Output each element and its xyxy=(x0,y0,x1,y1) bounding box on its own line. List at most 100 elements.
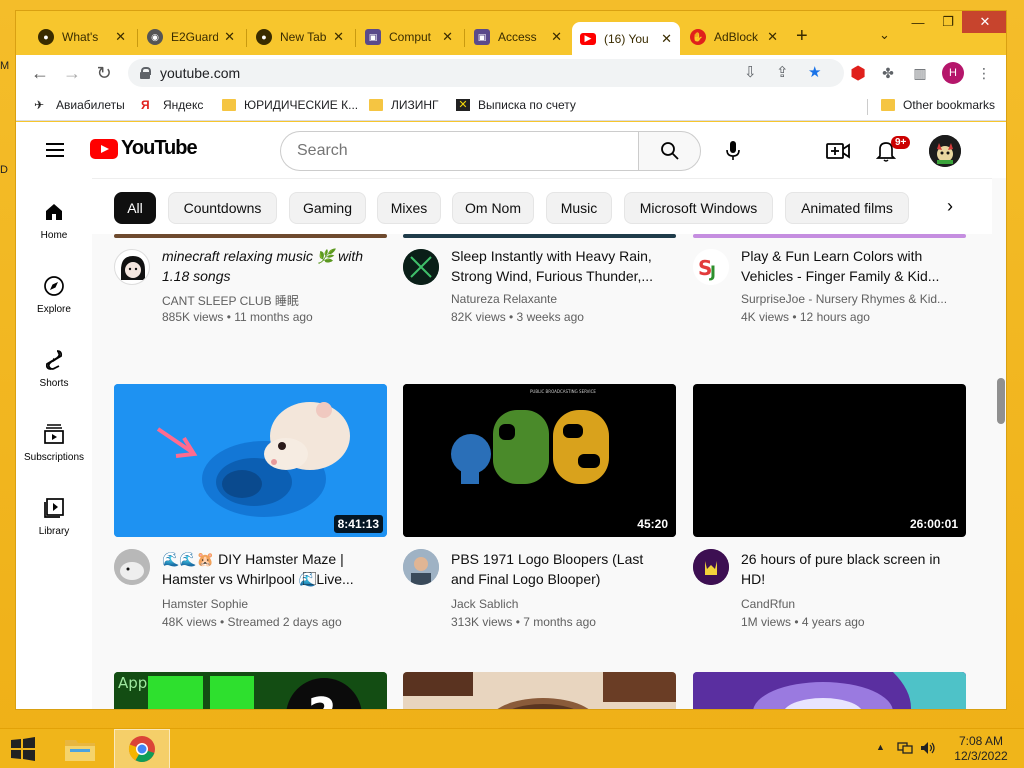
tab-title: Access xyxy=(498,30,537,44)
bookmark-folder-leasing[interactable]: ЛИЗИНГ xyxy=(369,98,439,112)
chip-microsoft-windows[interactable]: Microsoft Windows xyxy=(624,192,773,224)
create-button[interactable] xyxy=(823,136,853,166)
tab-e2guard[interactable]: ◉ E2Guard ✕ xyxy=(139,22,243,52)
channel-name[interactable]: CandRfun xyxy=(741,597,795,611)
video-title[interactable]: 26 hours of pure black screen in HD! xyxy=(741,549,959,589)
sidebar-item-explore[interactable]: Explore xyxy=(16,256,92,326)
channel-name[interactable]: Hamster Sophie xyxy=(162,597,248,611)
network-icon[interactable] xyxy=(897,741,913,758)
channel-name[interactable]: CANT SLEEP CLUB 睡眠 xyxy=(162,292,299,309)
new-tab-button[interactable]: + xyxy=(796,25,808,48)
channel-avatar[interactable] xyxy=(403,549,439,585)
tab-comput[interactable]: ▣ Comput ✕ xyxy=(357,22,461,52)
other-bookmarks[interactable]: Other bookmarks xyxy=(881,98,995,112)
chip-countdowns[interactable]: Countdowns xyxy=(168,192,277,224)
youtube-logo[interactable]: YouTube xyxy=(90,137,198,160)
tab-new-tab[interactable]: ● New Tab ✕ xyxy=(248,22,352,52)
scrollbar[interactable] xyxy=(994,178,1006,709)
adblock-extension-icon[interactable]: ⬢ xyxy=(848,63,868,83)
system-clock[interactable]: 7:08 AM 12/3/2022 xyxy=(948,734,1014,764)
channel-name[interactable]: Natureza Relaxante xyxy=(451,292,557,306)
chip-gaming[interactable]: Gaming xyxy=(289,192,366,224)
channel-name[interactable]: SurpriseJoe - Nursery Rhymes & Kid... xyxy=(741,292,947,306)
search-button[interactable] xyxy=(638,131,701,171)
bookmark-folder-legal[interactable]: ЮРИДИЧЕСКИЕ К... xyxy=(222,98,358,112)
tab-whats[interactable]: ● What's ✕ xyxy=(30,22,134,52)
github-icon: ● xyxy=(38,29,54,45)
sidebar-label: Library xyxy=(38,526,70,537)
maximize-button[interactable]: ❐ xyxy=(933,11,963,33)
chrome-menu-icon[interactable]: ⋮ xyxy=(974,63,994,83)
video-thumbnail-hamster[interactable]: 8:41:13 xyxy=(114,384,387,537)
channel-name[interactable]: Jack Sablich xyxy=(451,597,518,611)
close-tab-icon[interactable]: ✕ xyxy=(115,29,126,45)
channel-avatar[interactable] xyxy=(114,549,150,585)
tab-youtube[interactable]: ▶ (16) You ✕ xyxy=(572,22,680,55)
tab-search-button[interactable]: ⌄ xyxy=(879,27,890,43)
channel-avatar[interactable]: SJ xyxy=(693,249,729,285)
channel-avatar[interactable] xyxy=(114,249,150,285)
forward-button[interactable]: → xyxy=(60,61,84,85)
close-tab-icon[interactable]: ✕ xyxy=(224,29,235,45)
video-title[interactable]: Sleep Instantly with Heavy Rain, Strong … xyxy=(451,246,669,286)
chip-mixes[interactable]: Mixes xyxy=(377,192,441,224)
search-input[interactable] xyxy=(280,131,638,171)
close-tab-icon[interactable]: ✕ xyxy=(442,29,453,45)
tab-adblock[interactable]: ✋ AdBlock ✕ xyxy=(682,22,786,52)
lock-icon[interactable] xyxy=(140,67,151,79)
install-icon[interactable]: ⇩ xyxy=(744,63,757,81)
account-avatar[interactable] xyxy=(929,135,961,167)
side-panel-icon[interactable]: ▥ xyxy=(910,63,930,83)
taskbar-file-explorer[interactable] xyxy=(52,729,108,768)
bookmark-yandex[interactable]: Я Яндекс xyxy=(141,98,203,112)
yandex-icon: Я xyxy=(141,98,150,112)
video-title[interactable]: 🌊🌊🐹 DIY Hamster Maze | Hamster vs Whirlp… xyxy=(162,549,380,589)
video-thumbnail-cocoa[interactable] xyxy=(403,672,676,709)
video-thumbnail-pbs[interactable]: PUBLIC BROADCASTING SERVICE 45:20 xyxy=(403,384,676,537)
bookmark-aviabilety[interactable]: ✈ Авиабилеты xyxy=(34,98,125,112)
close-tab-icon[interactable]: ✕ xyxy=(551,29,562,45)
sidebar-item-library[interactable]: Library xyxy=(16,478,92,548)
close-window-button[interactable]: ✕ xyxy=(962,11,1006,33)
chevron-right-icon[interactable]: › xyxy=(947,196,953,217)
chip-music[interactable]: Music xyxy=(546,192,612,224)
taskbar-chrome[interactable] xyxy=(114,729,170,768)
chip-om-nom[interactable]: Om Nom xyxy=(452,192,534,224)
bookmark-star-icon[interactable]: ★ xyxy=(808,63,821,81)
start-button[interactable] xyxy=(10,737,36,761)
video-title[interactable]: Play & Fun Learn Colors with Vehicles - … xyxy=(741,246,959,286)
sidebar-item-home[interactable]: Home xyxy=(16,182,92,252)
sidebar-item-subscriptions[interactable]: Subscriptions xyxy=(16,404,92,474)
video-title[interactable]: PBS 1971 Logo Bloopers (Last and Final L… xyxy=(451,549,669,589)
extensions-puzzle-icon[interactable]: ✤ xyxy=(878,63,898,83)
video-thumbnail-black[interactable]: 26:00:01 xyxy=(693,384,966,537)
channel-avatar[interactable] xyxy=(693,549,729,585)
video-thumbnail[interactable] xyxy=(693,234,966,238)
sidebar-item-shorts[interactable]: Shorts xyxy=(16,330,92,400)
reload-button[interactable]: ↻ xyxy=(92,61,116,85)
volume-icon[interactable] xyxy=(920,741,936,758)
tray-expand-icon[interactable]: ▲ xyxy=(876,742,885,752)
close-tab-icon[interactable]: ✕ xyxy=(767,29,778,45)
chip-animated-films[interactable]: Animated films xyxy=(785,192,909,224)
bookmark-statement[interactable]: ✕ Выписка по счету xyxy=(456,98,576,112)
close-tab-icon[interactable]: ✕ xyxy=(661,31,672,47)
channel-avatar[interactable] xyxy=(403,249,439,285)
video-thumbnail-anime[interactable] xyxy=(693,672,966,709)
video-thumbnail[interactable] xyxy=(114,234,387,238)
tab-access[interactable]: ▣ Access ✕ xyxy=(466,22,570,52)
profile-avatar[interactable]: H xyxy=(942,62,964,84)
back-button[interactable]: ← xyxy=(28,61,52,85)
address-bar[interactable]: youtube.com ⇩ ⇪ ★ xyxy=(128,59,844,87)
video-thumbnail-apps[interactable]: Apps ? xyxy=(114,672,387,709)
video-title[interactable]: minecraft relaxing music 🌿 with 1.18 son… xyxy=(162,246,380,286)
voice-search-button[interactable] xyxy=(716,134,750,168)
menu-icon[interactable] xyxy=(46,143,64,157)
share-icon[interactable]: ⇪ xyxy=(776,63,789,81)
video-thumbnail[interactable] xyxy=(403,234,676,238)
close-tab-icon[interactable]: ✕ xyxy=(333,29,344,45)
scrollbar-thumb[interactable] xyxy=(997,378,1005,424)
chip-all[interactable]: All xyxy=(114,192,156,224)
minimize-button[interactable]: — xyxy=(903,11,933,33)
video-meta: 4K views • 12 hours ago xyxy=(741,310,870,324)
